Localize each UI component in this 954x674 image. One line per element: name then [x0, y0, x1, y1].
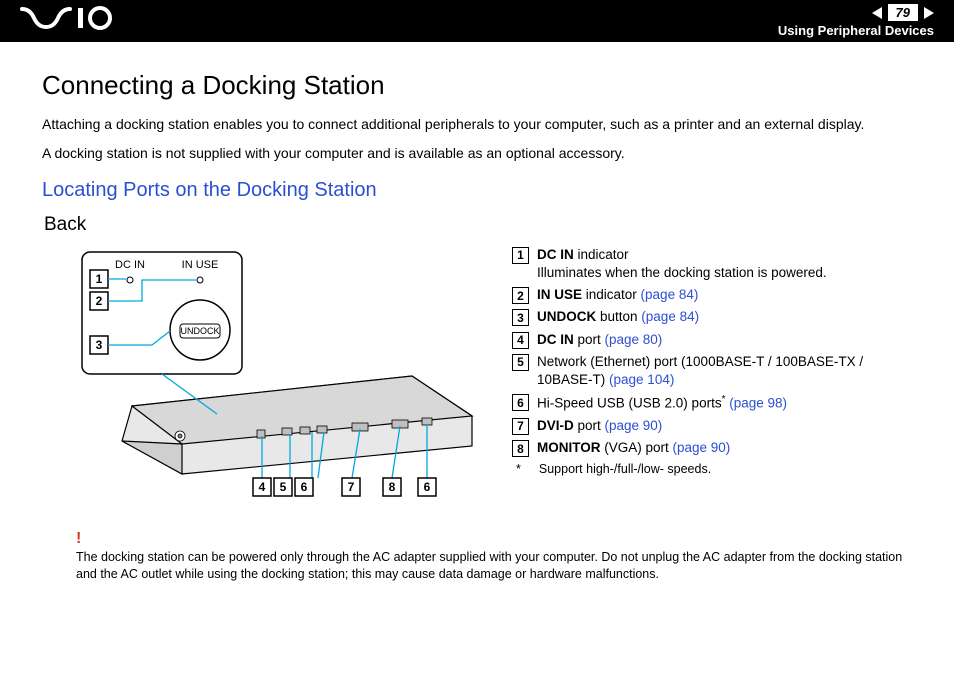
warning-icon: !	[76, 528, 914, 550]
page-link[interactable]: (page 104)	[609, 372, 674, 387]
legend-item-4: 4 DC IN port (page 80)	[512, 331, 914, 349]
page-link[interactable]: (page 90)	[605, 418, 663, 433]
subtitle: Locating Ports on the Docking Station	[42, 179, 914, 202]
warning-note: ! The docking station can be powered onl…	[76, 528, 914, 583]
in-use-label: IN USE	[182, 259, 219, 271]
dc-in-label: DC IN	[115, 259, 145, 271]
port-legend: 1 DC IN indicator Illuminates when the d…	[512, 246, 914, 479]
footnote: * Support high-/full-/low- speeds.	[516, 461, 914, 478]
legend-item-6: 6 Hi-Speed USB (USB 2.0) ports* (page 98…	[512, 393, 914, 413]
page-link[interactable]: (page 80)	[605, 332, 663, 347]
section-title: Using Peripheral Devices	[778, 23, 934, 38]
svg-text:5: 5	[280, 480, 287, 494]
view-label: Back	[44, 214, 914, 236]
docking-station-diagram: DC IN IN USE UNDOCK 1 2 3	[42, 246, 482, 506]
vaio-logo	[20, 5, 130, 38]
legend-item-1: 1 DC IN indicator Illuminates when the d…	[512, 246, 914, 282]
svg-text:8: 8	[389, 480, 396, 494]
next-page-arrow[interactable]	[924, 7, 934, 19]
prev-page-arrow[interactable]	[872, 7, 882, 19]
page-number: 79	[888, 4, 918, 21]
legend-item-7: 7 DVI-D port (page 90)	[512, 417, 914, 435]
svg-text:4: 4	[259, 480, 266, 494]
page-link[interactable]: (page 90)	[673, 440, 731, 455]
legend-item-8: 8 MONITOR (VGA) port (page 90)	[512, 439, 914, 457]
svg-text:6: 6	[424, 480, 431, 494]
svg-text:6: 6	[301, 480, 308, 494]
page-link[interactable]: (page 98)	[729, 396, 787, 411]
legend-item-5: 5 Network (Ethernet) port (1000BASE-T / …	[512, 353, 914, 389]
intro-paragraph-1: Attaching a docking station enables you …	[42, 115, 914, 134]
page-content: Connecting a Docking Station Attaching a…	[0, 42, 954, 593]
legend-item-2: 2 IN USE indicator (page 84)	[512, 286, 914, 304]
page-link[interactable]: (page 84)	[641, 287, 699, 302]
svg-text:1: 1	[96, 272, 103, 286]
svg-text:3: 3	[96, 338, 103, 352]
page-nav: 79	[872, 4, 934, 21]
svg-text:2: 2	[96, 294, 103, 308]
page-header: 79 Using Peripheral Devices	[0, 0, 954, 42]
undock-label: UNDOCK	[180, 326, 219, 336]
page-title: Connecting a Docking Station	[42, 70, 914, 101]
intro-paragraph-2: A docking station is not supplied with y…	[42, 144, 914, 163]
legend-item-3: 3 UNDOCK button (page 84)	[512, 308, 914, 326]
svg-text:7: 7	[348, 480, 355, 494]
page-link[interactable]: (page 84)	[641, 309, 699, 324]
